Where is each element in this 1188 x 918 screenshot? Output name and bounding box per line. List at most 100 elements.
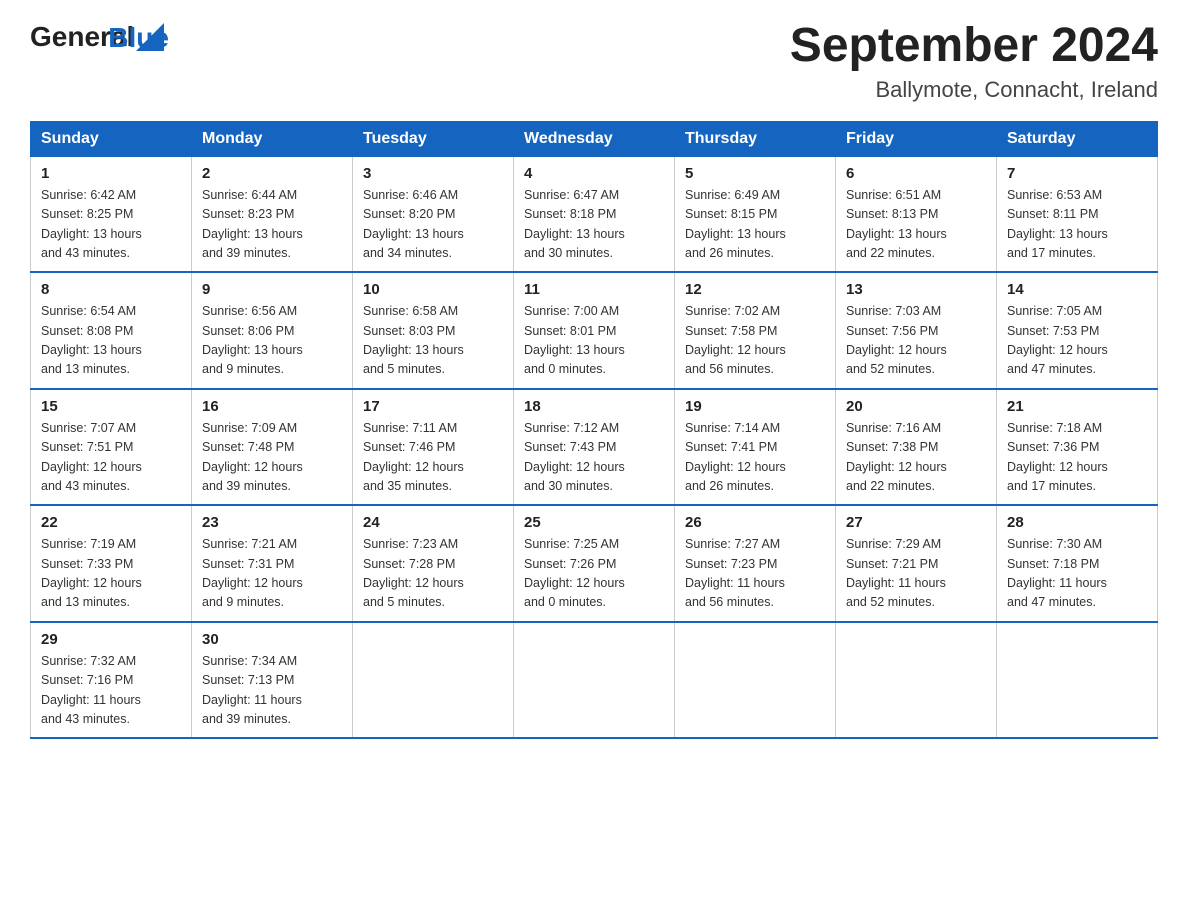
calendar-cell: 2 Sunrise: 6:44 AMSunset: 8:23 PMDayligh… — [192, 156, 353, 272]
day-info: Sunrise: 7:21 AMSunset: 7:31 PMDaylight:… — [202, 537, 303, 609]
day-info: Sunrise: 7:00 AMSunset: 8:01 PMDaylight:… — [524, 304, 625, 376]
calendar-cell: 11 Sunrise: 7:00 AMSunset: 8:01 PMDaylig… — [514, 272, 675, 389]
day-info: Sunrise: 7:29 AMSunset: 7:21 PMDaylight:… — [846, 537, 946, 609]
col-header-tuesday: Tuesday — [353, 121, 514, 156]
calendar-week-row: 15 Sunrise: 7:07 AMSunset: 7:51 PMDaylig… — [31, 389, 1158, 506]
day-info: Sunrise: 7:09 AMSunset: 7:48 PMDaylight:… — [202, 421, 303, 493]
day-info: Sunrise: 7:34 AMSunset: 7:13 PMDaylight:… — [202, 654, 302, 726]
calendar-cell: 16 Sunrise: 7:09 AMSunset: 7:48 PMDaylig… — [192, 389, 353, 506]
calendar-cell: 22 Sunrise: 7:19 AMSunset: 7:33 PMDaylig… — [31, 505, 192, 622]
day-info: Sunrise: 7:16 AMSunset: 7:38 PMDaylight:… — [846, 421, 947, 493]
calendar-cell: 23 Sunrise: 7:21 AMSunset: 7:31 PMDaylig… — [192, 505, 353, 622]
calendar-subtitle: Ballymote, Connacht, Ireland — [790, 77, 1158, 103]
day-info: Sunrise: 7:14 AMSunset: 7:41 PMDaylight:… — [685, 421, 786, 493]
day-info: Sunrise: 7:11 AMSunset: 7:46 PMDaylight:… — [363, 421, 464, 493]
calendar-cell: 25 Sunrise: 7:25 AMSunset: 7:26 PMDaylig… — [514, 505, 675, 622]
day-info: Sunrise: 6:47 AMSunset: 8:18 PMDaylight:… — [524, 188, 625, 260]
day-info: Sunrise: 6:51 AMSunset: 8:13 PMDaylight:… — [846, 188, 947, 260]
day-info: Sunrise: 7:02 AMSunset: 7:58 PMDaylight:… — [685, 304, 786, 376]
calendar-cell: 29 Sunrise: 7:32 AMSunset: 7:16 PMDaylig… — [31, 622, 192, 739]
day-info: Sunrise: 6:49 AMSunset: 8:15 PMDaylight:… — [685, 188, 786, 260]
day-number: 5 — [685, 165, 825, 182]
calendar-cell: 3 Sunrise: 6:46 AMSunset: 8:20 PMDayligh… — [353, 156, 514, 272]
calendar-cell: 10 Sunrise: 6:58 AMSunset: 8:03 PMDaylig… — [353, 272, 514, 389]
calendar-week-row: 1 Sunrise: 6:42 AMSunset: 8:25 PMDayligh… — [31, 156, 1158, 272]
day-number: 24 — [363, 514, 503, 531]
day-number: 14 — [1007, 281, 1147, 298]
day-number: 6 — [846, 165, 986, 182]
day-info: Sunrise: 6:44 AMSunset: 8:23 PMDaylight:… — [202, 188, 303, 260]
calendar-cell: 30 Sunrise: 7:34 AMSunset: 7:13 PMDaylig… — [192, 622, 353, 739]
calendar-cell: 5 Sunrise: 6:49 AMSunset: 8:15 PMDayligh… — [675, 156, 836, 272]
day-number: 27 — [846, 514, 986, 531]
calendar-cell: 9 Sunrise: 6:56 AMSunset: 8:06 PMDayligh… — [192, 272, 353, 389]
day-info: Sunrise: 7:23 AMSunset: 7:28 PMDaylight:… — [363, 537, 464, 609]
day-number: 26 — [685, 514, 825, 531]
day-number: 2 — [202, 165, 342, 182]
day-number: 28 — [1007, 514, 1147, 531]
day-info: Sunrise: 7:18 AMSunset: 7:36 PMDaylight:… — [1007, 421, 1108, 493]
title-block: September 2024 Ballymote, Connacht, Irel… — [790, 20, 1158, 103]
calendar-cell — [997, 622, 1158, 739]
calendar-table: SundayMondayTuesdayWednesdayThursdayFrid… — [30, 121, 1158, 740]
day-info: Sunrise: 6:46 AMSunset: 8:20 PMDaylight:… — [363, 188, 464, 260]
day-info: Sunrise: 6:54 AMSunset: 8:08 PMDaylight:… — [41, 304, 142, 376]
day-number: 13 — [846, 281, 986, 298]
day-number: 1 — [41, 165, 181, 182]
calendar-cell: 14 Sunrise: 7:05 AMSunset: 7:53 PMDaylig… — [997, 272, 1158, 389]
day-info: Sunrise: 6:42 AMSunset: 8:25 PMDaylight:… — [41, 188, 142, 260]
calendar-cell — [353, 622, 514, 739]
day-info: Sunrise: 7:30 AMSunset: 7:18 PMDaylight:… — [1007, 537, 1107, 609]
day-info: Sunrise: 7:05 AMSunset: 7:53 PMDaylight:… — [1007, 304, 1108, 376]
day-number: 21 — [1007, 398, 1147, 415]
logo-blue: Blue — [108, 22, 169, 54]
day-number: 17 — [363, 398, 503, 415]
day-info: Sunrise: 7:19 AMSunset: 7:33 PMDaylight:… — [41, 537, 142, 609]
col-header-sunday: Sunday — [31, 121, 192, 156]
day-number: 30 — [202, 631, 342, 648]
calendar-week-row: 8 Sunrise: 6:54 AMSunset: 8:08 PMDayligh… — [31, 272, 1158, 389]
calendar-cell: 26 Sunrise: 7:27 AMSunset: 7:23 PMDaylig… — [675, 505, 836, 622]
col-header-friday: Friday — [836, 121, 997, 156]
calendar-header-row: SundayMondayTuesdayWednesdayThursdayFrid… — [31, 121, 1158, 156]
day-number: 29 — [41, 631, 181, 648]
page-header: General Blue September 2024 Ballymote, C… — [30, 20, 1158, 103]
day-number: 12 — [685, 281, 825, 298]
calendar-cell: 18 Sunrise: 7:12 AMSunset: 7:43 PMDaylig… — [514, 389, 675, 506]
day-number: 7 — [1007, 165, 1147, 182]
day-number: 20 — [846, 398, 986, 415]
day-info: Sunrise: 7:03 AMSunset: 7:56 PMDaylight:… — [846, 304, 947, 376]
calendar-cell — [836, 622, 997, 739]
calendar-cell: 1 Sunrise: 6:42 AMSunset: 8:25 PMDayligh… — [31, 156, 192, 272]
calendar-cell — [675, 622, 836, 739]
day-info: Sunrise: 7:07 AMSunset: 7:51 PMDaylight:… — [41, 421, 142, 493]
calendar-cell: 15 Sunrise: 7:07 AMSunset: 7:51 PMDaylig… — [31, 389, 192, 506]
day-number: 10 — [363, 281, 503, 298]
day-number: 23 — [202, 514, 342, 531]
day-number: 11 — [524, 281, 664, 298]
day-number: 15 — [41, 398, 181, 415]
day-info: Sunrise: 7:12 AMSunset: 7:43 PMDaylight:… — [524, 421, 625, 493]
calendar-cell: 20 Sunrise: 7:16 AMSunset: 7:38 PMDaylig… — [836, 389, 997, 506]
logo: General Blue — [30, 20, 169, 54]
calendar-cell: 24 Sunrise: 7:23 AMSunset: 7:28 PMDaylig… — [353, 505, 514, 622]
calendar-cell: 12 Sunrise: 7:02 AMSunset: 7:58 PMDaylig… — [675, 272, 836, 389]
col-header-wednesday: Wednesday — [514, 121, 675, 156]
calendar-cell: 7 Sunrise: 6:53 AMSunset: 8:11 PMDayligh… — [997, 156, 1158, 272]
calendar-title: September 2024 — [790, 20, 1158, 73]
day-number: 4 — [524, 165, 664, 182]
day-number: 22 — [41, 514, 181, 531]
col-header-saturday: Saturday — [997, 121, 1158, 156]
day-info: Sunrise: 7:32 AMSunset: 7:16 PMDaylight:… — [41, 654, 141, 726]
day-info: Sunrise: 7:27 AMSunset: 7:23 PMDaylight:… — [685, 537, 785, 609]
day-number: 8 — [41, 281, 181, 298]
calendar-cell: 28 Sunrise: 7:30 AMSunset: 7:18 PMDaylig… — [997, 505, 1158, 622]
day-info: Sunrise: 6:56 AMSunset: 8:06 PMDaylight:… — [202, 304, 303, 376]
day-number: 3 — [363, 165, 503, 182]
day-number: 18 — [524, 398, 664, 415]
day-info: Sunrise: 6:53 AMSunset: 8:11 PMDaylight:… — [1007, 188, 1108, 260]
calendar-week-row: 22 Sunrise: 7:19 AMSunset: 7:33 PMDaylig… — [31, 505, 1158, 622]
calendar-cell: 21 Sunrise: 7:18 AMSunset: 7:36 PMDaylig… — [997, 389, 1158, 506]
day-info: Sunrise: 6:58 AMSunset: 8:03 PMDaylight:… — [363, 304, 464, 376]
day-number: 16 — [202, 398, 342, 415]
